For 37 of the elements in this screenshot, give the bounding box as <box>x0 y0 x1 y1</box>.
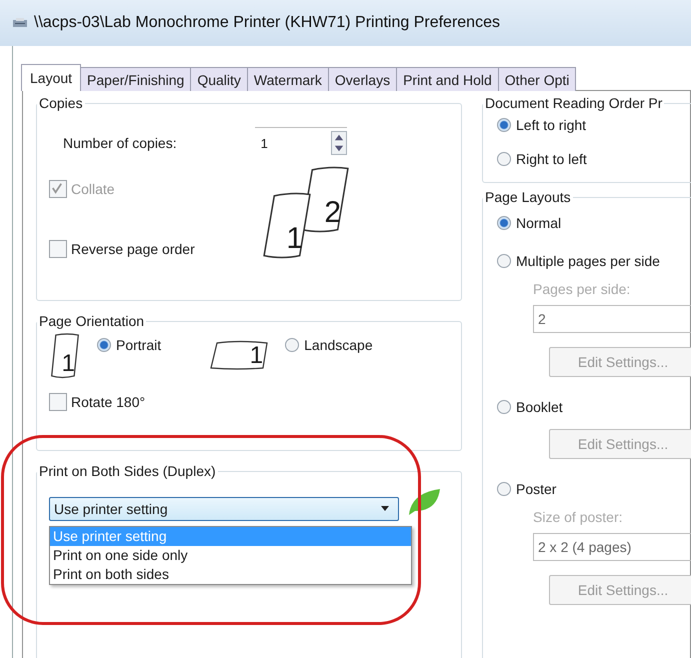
copies-spinner[interactable]: 1 <box>254 127 347 158</box>
group-title: Page Layouts <box>484 189 572 205</box>
caret-icon <box>380 506 390 512</box>
portrait-page-icon: 1 <box>49 333 81 379</box>
tab[interactable]: Paper/Finishing <box>80 67 192 91</box>
tab[interactable]: Overlays <box>328 67 398 91</box>
checkbox[interactable]: Rotate 180° <box>49 393 146 411</box>
radio-button[interactable]: Right to left <box>497 151 587 167</box>
tab[interactable]: Print and Hold <box>396 67 499 91</box>
duplex-dropdown[interactable]: Use printer setting <box>49 497 399 521</box>
group-title: Print on Both Sides (Duplex) <box>38 463 217 479</box>
tab[interactable]: Watermark <box>246 67 329 91</box>
dropdown-option[interactable]: Print on one side only <box>50 546 411 565</box>
radio-button[interactable]: Multiple pages per side <box>497 253 660 269</box>
radio-button[interactable]: Landscape <box>285 337 373 353</box>
group-title: Page Orientation <box>38 313 146 329</box>
copies-label: Number of copies: <box>63 134 177 150</box>
landscape-page-icon: 1 <box>209 339 270 371</box>
dropdown-option[interactable]: Print on both sides <box>50 565 411 584</box>
window-title: \\acps-03\Lab Monochrome Printer (KHW71) Printing Preferences <box>34 14 500 32</box>
radio-button[interactable]: Poster <box>497 481 556 497</box>
radio-button[interactable]: Portrait <box>97 337 162 353</box>
tab[interactable]: Layout <box>21 64 82 91</box>
checkbox[interactable]: Reverse page order <box>49 240 195 258</box>
tab[interactable]: Other Opti <box>498 67 576 91</box>
radio-button[interactable]: Left to right <box>497 117 586 133</box>
radio-button[interactable]: Booklet <box>497 399 563 415</box>
leaf-icon <box>407 487 441 517</box>
printer-icon <box>12 18 28 28</box>
field-label: Pages per side: <box>533 281 632 297</box>
tab[interactable]: Quality <box>190 67 248 91</box>
field-label: Size of poster: <box>533 509 624 525</box>
collated-pages-drawing: 2 1 <box>259 166 359 266</box>
radio-button[interactable]: Normal <box>497 215 562 231</box>
group-title: Copies <box>38 95 84 111</box>
checkmark-icon <box>50 181 64 195</box>
group-title: Document Reading Order Pr <box>484 95 664 111</box>
